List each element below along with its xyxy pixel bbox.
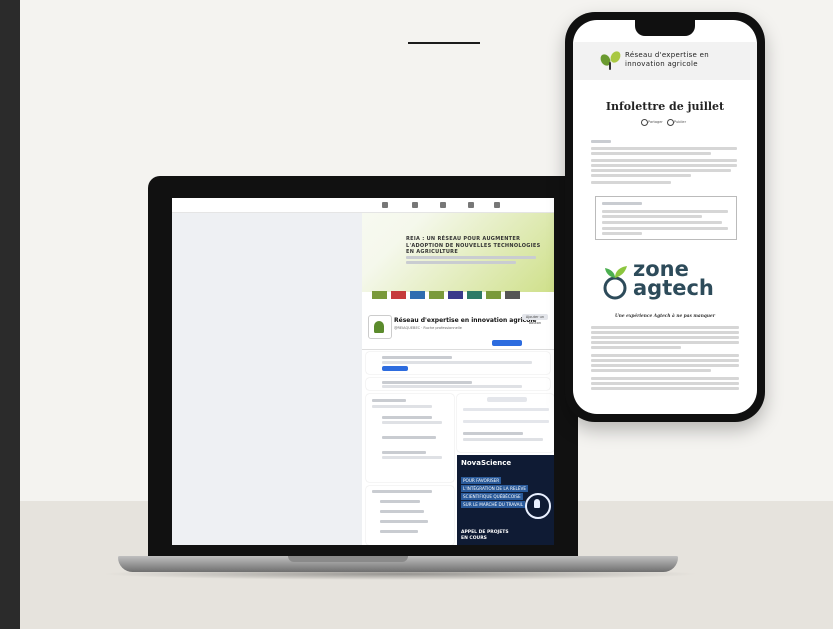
page-subtitle: @REIAQUEBEC · Ruche professionnelle	[394, 326, 462, 330]
publish-label[interactable]: Publier	[674, 120, 686, 124]
laptop: REIA : UN RÉSEAU POUR AUGMENTER L'ADOPTI…	[148, 176, 578, 559]
zone-agtech-logo: zone agtech	[601, 258, 731, 306]
phone-notch	[635, 20, 695, 36]
studio-backdrop: REIA : UN RÉSEAU POUR AUGMENTER L'ADOPTI…	[20, 0, 833, 629]
add-button[interactable]: Ajouter un bouton	[522, 314, 548, 325]
page-header: Réseau d'expertise en innovation agricol…	[362, 313, 554, 350]
share-label[interactable]: Partager	[648, 120, 663, 124]
facebook-top-bar	[172, 198, 554, 213]
bulb-icon	[525, 493, 551, 519]
laptop-screen: REIA : UN RÉSEAU POUR AUGMENTER L'ADOPTI…	[172, 198, 554, 545]
ad-line: SCIENTIFIQUE QUÉBÉCOISE	[461, 493, 523, 500]
facebook-left-pane	[172, 212, 362, 545]
in-this-issue-box	[595, 196, 737, 240]
home-icon[interactable]	[382, 202, 388, 208]
notifications-icon[interactable]	[468, 202, 474, 208]
sprout-logo-icon	[598, 48, 623, 70]
page-avatar[interactable]	[368, 315, 392, 339]
menu-icon[interactable]	[494, 202, 500, 208]
groups-icon[interactable]	[412, 202, 418, 208]
zone-agtech-icon	[603, 266, 627, 300]
ad-line: SUR LE MARCHÉ DU TRAVAIL	[461, 501, 526, 508]
partner-logos	[370, 284, 550, 299]
newsletter-intro	[591, 140, 739, 184]
scene: REIA : UN RÉSEAU POUR AUGMENTER L'ADOPTI…	[0, 0, 833, 629]
create-post-button[interactable]	[487, 397, 527, 402]
newsletter-brand: Réseau d'expertise en innovation agricol…	[625, 51, 709, 69]
share-icon[interactable]	[641, 119, 648, 126]
ad-brand: NovaScience	[461, 459, 512, 467]
promote-button[interactable]	[492, 340, 522, 346]
newsletter-title: Infolettre de juillet	[605, 100, 725, 113]
marketplace-icon[interactable]	[440, 202, 446, 208]
phone-screen: Réseau d'expertise en innovation agricol…	[573, 20, 757, 414]
ad-line: POUR FAVORISER	[461, 477, 502, 484]
create-post-card	[457, 394, 554, 452]
laptop-notch	[288, 556, 408, 562]
page-info-card	[366, 352, 550, 374]
novascience-ad[interactable]: NovaScience POUR FAVORISER L'INTÉGRATION…	[457, 455, 554, 545]
zone-tagline: Une expérience Agtech à ne pas manquer	[615, 314, 715, 319]
decorative-rule	[408, 42, 480, 44]
publish-icon[interactable]	[667, 119, 674, 126]
cover-small-text	[406, 256, 546, 264]
ad-line: L'INTÉGRATION DE LA RELÈVE	[461, 485, 529, 492]
smartphone: Réseau d'expertise en innovation agricol…	[565, 12, 765, 422]
cover-title: REIA : UN RÉSEAU POUR AUGMENTER L'ADOPTI…	[406, 236, 541, 255]
newsletter-body	[591, 326, 739, 390]
newsletter-header: Réseau d'expertise en innovation agricol…	[573, 42, 757, 80]
facebook-cover: REIA : UN RÉSEAU POUR AUGMENTER L'ADOPTI…	[362, 212, 554, 312]
tools-card	[366, 378, 550, 390]
left-feed-cards	[366, 394, 454, 482]
zone-agtech-wordmark: zone agtech	[633, 257, 714, 300]
business-tools-card	[366, 486, 454, 545]
ad-call: APPEL DE PROJETS EN COURS	[461, 530, 509, 541]
complete-page-button[interactable]	[382, 366, 408, 371]
